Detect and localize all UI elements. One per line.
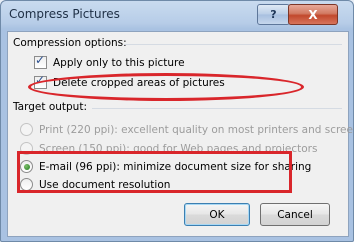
- red-highlight-rectangle: [17, 151, 292, 193]
- red-highlight-ellipse: [28, 73, 304, 101]
- compress-pictures-dialog: Compress Pictures ? X Compression option…: [0, 0, 354, 242]
- close-button[interactable]: X: [288, 4, 338, 25]
- ok-button[interactable]: OK: [184, 203, 250, 226]
- target-output-heading: Target output:: [13, 101, 87, 113]
- dialog-body: Compression options: ✓ Apply only to thi…: [7, 31, 353, 237]
- dialog-title: Compress Pictures: [9, 7, 120, 21]
- print-radio[interactable]: [20, 123, 33, 136]
- compression-options-heading: Compression options:: [13, 37, 127, 49]
- apply-only-checkbox-row[interactable]: ✓ Apply only to this picture: [34, 53, 185, 69]
- help-button[interactable]: ?: [257, 4, 290, 25]
- ok-button-label: OK: [209, 208, 225, 221]
- compression-separator: [124, 44, 342, 45]
- print-label: Print (220 ppi): excellent quality on mo…: [39, 123, 354, 136]
- target-separator: [92, 108, 342, 109]
- title-bar[interactable]: Compress Pictures ? X: [1, 1, 353, 31]
- apply-only-checkbox[interactable]: ✓: [34, 53, 47, 69]
- checkmark-icon: ✓: [35, 53, 46, 67]
- close-icon: X: [308, 7, 318, 22]
- cancel-button-label: Cancel: [277, 208, 313, 221]
- cancel-button[interactable]: Cancel: [260, 203, 330, 226]
- target-option-print[interactable]: Print (220 ppi): excellent quality on mo…: [20, 123, 354, 136]
- help-icon: ?: [270, 8, 277, 21]
- apply-only-label: Apply only to this picture: [53, 56, 185, 69]
